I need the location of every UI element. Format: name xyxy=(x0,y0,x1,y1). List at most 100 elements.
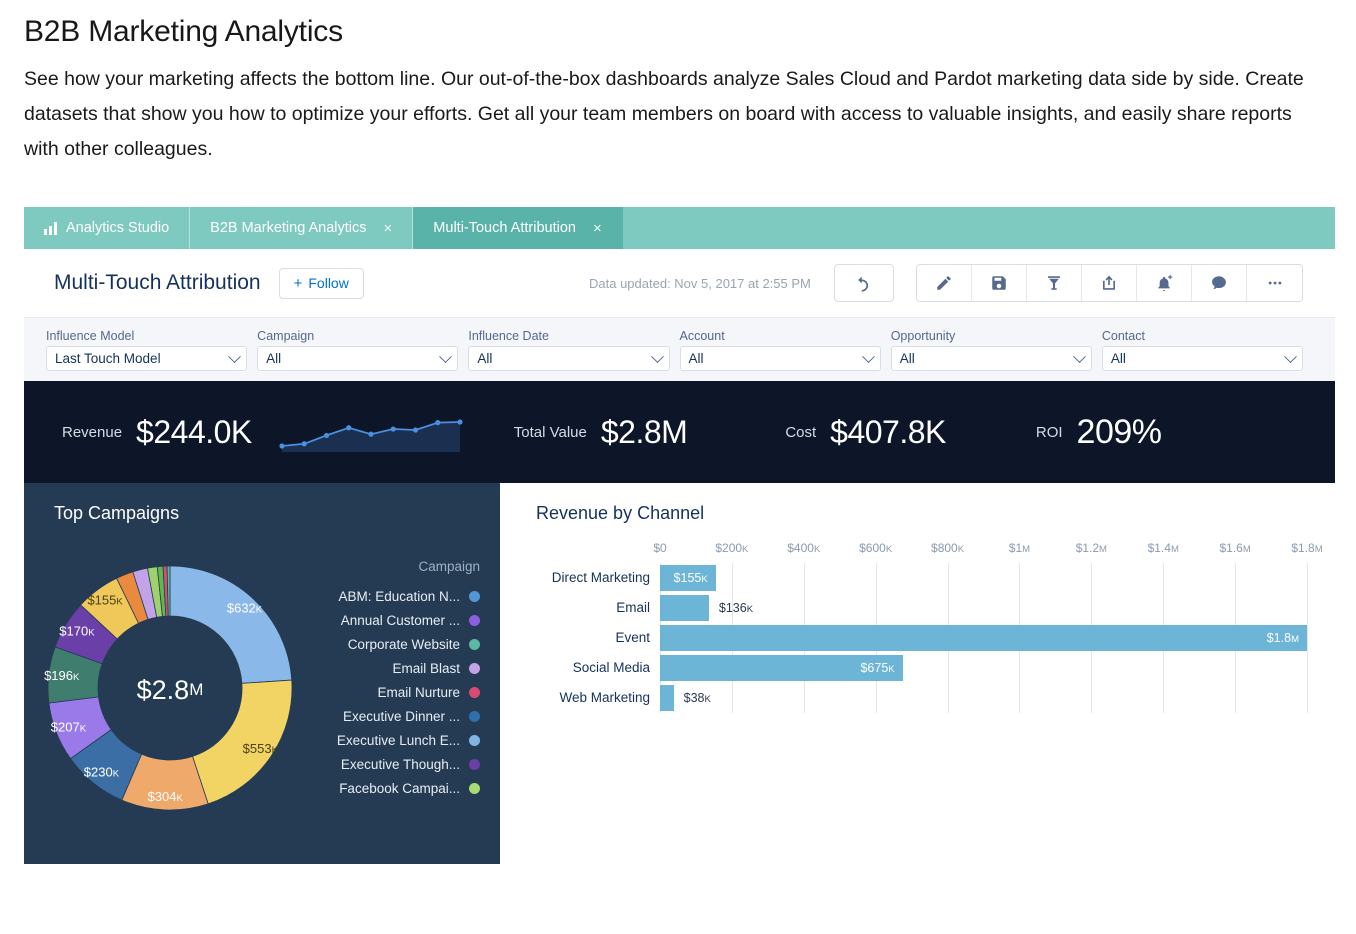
bar-chart-plot: Direct Marketing $155K Email $136K Event $1.8… xyxy=(552,563,1308,713)
undo-button[interactable] xyxy=(836,265,892,301)
subscribe-bell-icon xyxy=(1158,274,1173,292)
intro-section: B2B Marketing Analytics See how your mar… xyxy=(24,12,1329,167)
axis-tick-label: $1.4M xyxy=(1147,541,1179,555)
close-icon[interactable]: × xyxy=(384,221,393,236)
axis-tick-label: $200K xyxy=(715,541,749,555)
follow-button[interactable]: + Follow xyxy=(278,267,364,299)
bar-category-label: Social Media xyxy=(572,660,650,675)
account-select[interactable]: All xyxy=(679,345,881,371)
share-icon xyxy=(1103,275,1115,290)
legend-item[interactable]: Executive Lunch E... xyxy=(302,728,480,752)
legend-item[interactable]: ABM: Education N... xyxy=(302,584,480,608)
save-button[interactable] xyxy=(972,265,1027,301)
kpi-value: $2.8M xyxy=(600,413,688,450)
opportunity-select[interactable]: All xyxy=(890,345,1092,371)
filter-contact: Contact All xyxy=(1101,329,1313,371)
revenue-by-channel-title: Revenue by Channel xyxy=(536,503,705,523)
filter-value: All xyxy=(688,350,704,366)
bar-category-label: Direct Marketing xyxy=(551,570,650,585)
legend-item[interactable]: Email Nurture xyxy=(302,680,480,704)
bar-chart[interactable]: $0 $200K $400K $600K $800K $1M $1.2M $1.4M $1.6M… xyxy=(536,541,1323,721)
subscribe-button[interactable] xyxy=(1137,265,1192,301)
plus-icon: + xyxy=(293,274,303,292)
filter-label: Account xyxy=(679,328,725,343)
legend-item[interactable]: Facebook Campai... xyxy=(302,776,480,800)
bar[interactable]: $675K xyxy=(660,655,903,681)
filter-label: Campaign xyxy=(257,328,315,343)
kpi-label: Cost xyxy=(785,423,817,441)
legend-item[interactable]: Annual Customer ... xyxy=(302,608,480,632)
bar-value-label: $155K xyxy=(673,571,708,585)
tab-label: Multi-Touch Attribution xyxy=(433,220,576,236)
kpi-label: Total Value xyxy=(513,423,587,441)
tab-analytics-studio[interactable]: Analytics Studio xyxy=(24,207,191,249)
tab-strip-filler xyxy=(622,207,1335,249)
more-options-button[interactable] xyxy=(1247,265,1302,301)
filter-value: All xyxy=(477,350,493,366)
tab-label: Analytics Studio xyxy=(66,220,170,236)
kpi-total-value: Total Value $2.8M xyxy=(514,414,688,451)
bar[interactable]: $1.8M xyxy=(660,625,1307,651)
filter-value: All xyxy=(899,350,915,366)
contact-select[interactable]: All xyxy=(1101,345,1304,371)
bar-chart-row[interactable]: Email $136K xyxy=(616,593,1307,623)
tab-label: B2B Marketing Analytics xyxy=(210,220,367,236)
charts-row: Top Campaigns $632K $553K $304K $230K $207K $… xyxy=(24,483,1335,864)
bar-value-label: $1.8M xyxy=(1266,631,1299,645)
bookmark-button[interactable] xyxy=(1027,265,1082,301)
bar-chart-icon xyxy=(44,221,57,235)
kpi-label: ROI xyxy=(1035,423,1063,441)
campaign-select[interactable]: All xyxy=(257,345,459,371)
bar[interactable]: $155K xyxy=(660,565,716,591)
influence-date-select[interactable]: All xyxy=(468,345,670,371)
more-options-icon xyxy=(1268,281,1281,285)
filter-value: All xyxy=(266,350,282,366)
bar-value-label: $675K xyxy=(860,661,895,675)
dashboard-title: Multi-Touch Attribution xyxy=(54,271,261,294)
legend-item[interactable]: Email Blast xyxy=(302,656,480,680)
campaign-legend: Campaign ABM: Education N... Annual Custo… xyxy=(302,559,480,800)
tab-multi-touch-attribution[interactable]: Multi-Touch Attribution × xyxy=(413,207,623,249)
grid-line xyxy=(1307,563,1308,713)
filter-bar: Influence Model Last Touch Model Campaig… xyxy=(24,317,1335,381)
tab-b2b-marketing-analytics[interactable]: B2B Marketing Analytics × xyxy=(190,207,414,249)
filter-value: Last Touch Model xyxy=(55,350,161,366)
legend-item-label: Executive Though... xyxy=(340,756,460,772)
bar-chart-row[interactable]: Event $1.8M xyxy=(615,623,1307,653)
page-root: B2B Marketing Analytics See how your mar… xyxy=(0,0,1356,934)
bar-chart-row[interactable]: Web Marketing $38K xyxy=(559,683,1307,713)
donut-chart[interactable]: $632K $553K $304K $230K $207K $196K $170K $155K… xyxy=(30,555,310,825)
filter-campaign: Campaign All xyxy=(257,329,468,371)
action-button-group xyxy=(916,264,1303,302)
edit-button[interactable] xyxy=(917,265,972,301)
kpi-cost: Cost $407.8K xyxy=(785,414,946,451)
axis-tick-label: $600K xyxy=(859,541,893,555)
legend-color-dot xyxy=(469,686,480,698)
bookmark-clip-icon xyxy=(1048,276,1060,290)
bar-category-label: Web Marketing xyxy=(559,690,650,705)
legend-item-label: Executive Lunch E... xyxy=(336,732,460,748)
page-title: B2B Marketing Analytics xyxy=(24,15,343,48)
legend-item[interactable]: Executive Dinner ... xyxy=(302,704,480,728)
intro-paragraph: See how your marketing affects the botto… xyxy=(24,68,1304,160)
revenue-sparkline xyxy=(279,419,463,452)
legend-color-dot xyxy=(469,734,480,746)
legend-item[interactable]: Executive Though... xyxy=(302,752,480,776)
legend-color-dot xyxy=(469,614,480,626)
legend-color-dot xyxy=(469,662,480,674)
comment-button[interactable] xyxy=(1192,265,1247,301)
legend-item[interactable]: Corporate Website xyxy=(302,632,480,656)
share-button[interactable] xyxy=(1082,265,1137,301)
filter-value: All xyxy=(1110,350,1126,366)
bar-chart-row[interactable]: Social Media $675K xyxy=(573,653,1307,683)
influence-model-select[interactable]: Last Touch Model xyxy=(46,345,248,371)
bar[interactable] xyxy=(660,685,674,711)
dashboard-header: Multi-Touch Attribution + Follow Data up… xyxy=(24,249,1335,317)
legend-color-dot xyxy=(469,782,480,794)
bar-chart-row[interactable]: Direct Marketing $155K xyxy=(552,563,1307,593)
bar[interactable] xyxy=(660,595,709,621)
axis-tick-label: $800K xyxy=(931,541,965,555)
legend-item-label: Facebook Campai... xyxy=(339,780,460,796)
close-icon[interactable]: × xyxy=(593,221,602,236)
filter-label: Opportunity xyxy=(890,328,956,343)
